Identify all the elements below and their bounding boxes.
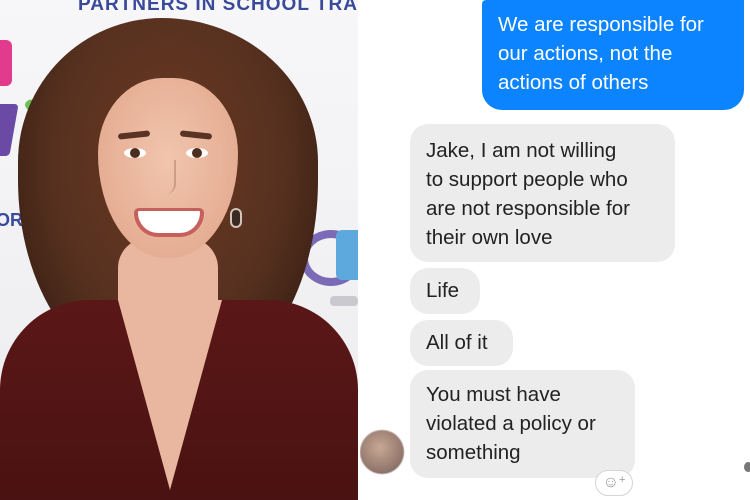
- portrait-photo: PARTNERS IN SCHOOL TRA ORM: [0, 0, 358, 500]
- earring: [232, 210, 240, 226]
- message-bubble-incoming[interactable]: Jake, I am not willing to support people…: [410, 124, 675, 262]
- read-indicator: [744, 462, 750, 472]
- chat-thread: We are responsible for our actions, not …: [360, 0, 750, 500]
- message-bubble-outgoing[interactable]: We are responsible for our actions, not …: [482, 0, 744, 110]
- sender-avatar[interactable]: [360, 430, 404, 474]
- dress-neckline: [118, 300, 222, 490]
- smile: [134, 208, 204, 237]
- nose: [160, 160, 176, 194]
- right-eye: [186, 148, 208, 158]
- backdrop-logo-grey: [330, 296, 358, 306]
- backdrop-logo-pink: [0, 40, 12, 86]
- message-bubble-incoming[interactable]: All of it: [410, 320, 513, 366]
- backdrop-logo-blue: [336, 230, 358, 280]
- add-reaction-button[interactable]: ☺+: [595, 470, 633, 496]
- add-reaction-icon: ☺+: [602, 474, 626, 491]
- backdrop-banner-text: PARTNERS IN SCHOOL TRA: [78, 0, 358, 15]
- message-bubble-incoming[interactable]: You must have violated a policy or somet…: [410, 370, 635, 478]
- left-eye: [124, 148, 146, 158]
- message-bubble-incoming[interactable]: Life: [410, 268, 480, 314]
